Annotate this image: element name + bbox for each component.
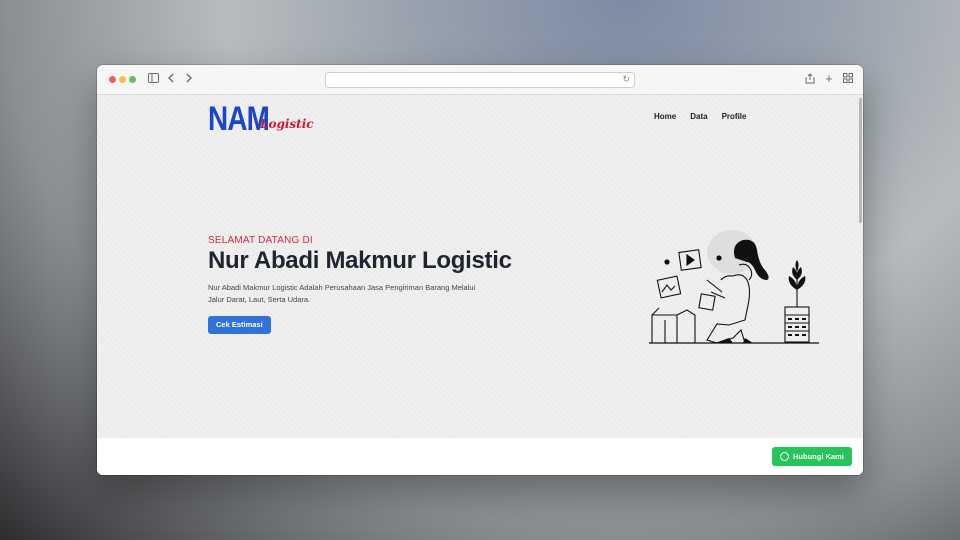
nav-profile[interactable]: Profile: [722, 112, 747, 121]
whatsapp-icon: [780, 452, 789, 461]
hubungi-kami-button[interactable]: Hubungi Kami: [772, 447, 852, 466]
minimize-window-button[interactable]: [119, 76, 126, 83]
new-tab-icon[interactable]: +: [823, 72, 835, 85]
browser-window: ↻ + NAM Logistic Home Data Profile SELAM…: [97, 65, 863, 475]
hubungi-kami-label: Hubungi Kami: [793, 452, 844, 461]
tab-overview-icon[interactable]: [842, 73, 854, 85]
nav-home[interactable]: Home: [654, 112, 676, 121]
nav-data[interactable]: Data: [690, 112, 707, 121]
page-scrollbar[interactable]: [857, 95, 863, 438]
browser-toolbar: ↻ +: [97, 65, 863, 95]
maximize-window-button[interactable]: [129, 76, 136, 83]
hero-description: Nur Abadi Makmur Logistic Adalah Perusah…: [208, 283, 476, 304]
main-nav: Home Data Profile: [654, 112, 746, 121]
close-window-button[interactable]: [109, 76, 116, 83]
scrollbar-thumb[interactable]: [859, 98, 862, 223]
hero-title: Nur Abadi Makmur Logistic: [208, 247, 512, 274]
logo-logistic-text: Logistic: [260, 117, 314, 131]
address-bar[interactable]: ↻: [325, 72, 635, 88]
hero-kicker: SELAMAT DATANG DI: [208, 235, 313, 246]
hero-illustration: [649, 230, 819, 344]
share-icon[interactable]: [804, 73, 816, 85]
sidebar-icon[interactable]: [147, 73, 159, 85]
web-page: NAM Logistic Home Data Profile SELAMAT D…: [97, 95, 863, 475]
forward-icon[interactable]: [183, 73, 195, 85]
reload-icon[interactable]: ↻: [622, 74, 630, 85]
next-section: [97, 438, 863, 475]
back-icon[interactable]: [165, 73, 177, 85]
cek-estimasi-button[interactable]: Cek Estimasi: [208, 316, 271, 334]
site-logo[interactable]: NAM Logistic: [208, 99, 314, 139]
